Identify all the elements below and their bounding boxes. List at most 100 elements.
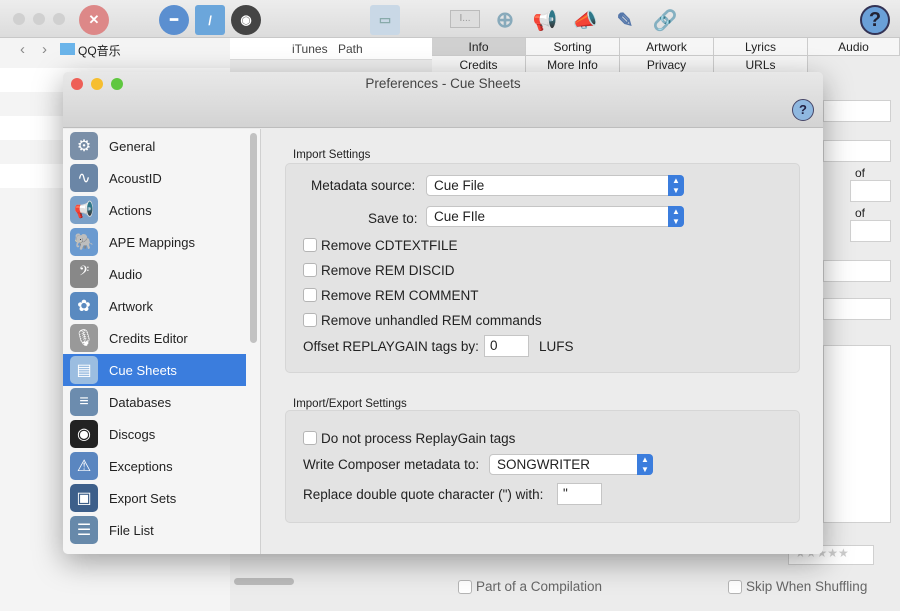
save-icon[interactable]: ▭ (370, 5, 400, 35)
sidebar-item-artwork[interactable]: ✿ Artwork (63, 290, 246, 322)
tab-artwork[interactable]: Artwork (620, 38, 714, 56)
preferences-sidebar: ⚙ General ∿ AcoustID 📢 Actions 🐘 APE Mappings 𝄢 A… (63, 129, 261, 554)
folder-name[interactable]: QQ音乐 (78, 42, 121, 59)
sidebar-item-export-sets[interactable]: ▣ Export Sets (63, 482, 246, 514)
chevron-updown-icon: ▲ ▼ (637, 454, 653, 475)
megaphone-icon: 📢 (70, 196, 98, 224)
tag-field[interactable] (823, 260, 891, 282)
sidebar-item-acoustid[interactable]: ∿ AcoustID (63, 162, 246, 194)
shuffle-label: Skip When Shuffling (746, 579, 868, 594)
save-to-value: Cue FIle (434, 209, 486, 224)
save-to-label: Save to: (368, 211, 418, 226)
of-label: of (855, 166, 866, 180)
zoom-icon[interactable]: ⊕ (490, 5, 520, 35)
announce-icon[interactable]: 📢 (530, 5, 560, 35)
composer-label: Write Composer metadata to: (303, 457, 480, 472)
remove-checkbox[interactable] (303, 313, 317, 327)
sidebar-item-label: AcoustID (109, 170, 162, 186)
folder-icon[interactable]: / (195, 5, 225, 35)
tab-audio[interactable]: Audio (808, 38, 900, 56)
replaygain-checkbox[interactable] (303, 431, 317, 445)
column-itunes[interactable]: iTunes (292, 42, 328, 56)
sidebar-item-ape-mappings[interactable]: 🐘 APE Mappings (63, 226, 246, 258)
list-icon: ☰ (70, 516, 98, 544)
pencil-icon[interactable]: ✎ (610, 5, 640, 35)
remove-checkbox[interactable] (303, 238, 317, 252)
help-icon[interactable]: ? (792, 99, 814, 121)
disc-icon[interactable]: ◉ (231, 5, 261, 35)
preferences-dialog: Preferences - Cue Sheets ? ⚙ General ∿ Acou… (63, 72, 823, 554)
link-icon[interactable]: 🔗 (650, 5, 680, 35)
offset-label: Offset REPLAYGAIN tags by: (303, 339, 479, 354)
offset-unit: LUFS (539, 339, 574, 354)
compilation-checkbox[interactable] (458, 580, 472, 594)
sidebar-item-exceptions[interactable]: ⚠ Exceptions (63, 450, 246, 482)
disc-total-field[interactable] (850, 220, 891, 242)
sidebar-item-label: Export Sets (109, 490, 177, 506)
microphone-icon: 🎙 (70, 324, 98, 352)
sidebar-item-label: Artwork (109, 298, 154, 314)
dialog-titlebar: Preferences - Cue Sheets ? (63, 72, 823, 128)
composer-value: SONGWRITER (497, 457, 590, 472)
replaygain-label: Do not process ReplayGain tags (321, 431, 516, 446)
folder-icon (60, 43, 75, 55)
composer-select[interactable]: SONGWRITER ▲ ▼ (489, 454, 653, 475)
remove-checkbox[interactable] (303, 263, 317, 277)
tab-sorting[interactable]: Sorting (526, 38, 620, 56)
sidebar-item-label: Discogs (109, 426, 156, 442)
sidebar-item-audio[interactable]: 𝄢 Audio (63, 258, 246, 290)
export-settings-title: Import/Export Settings (293, 398, 407, 410)
quote-label: Replace double quote character (") with: (303, 487, 544, 502)
shuffle-checkbox[interactable] (728, 580, 742, 594)
metadata-source-select[interactable]: Cue File ▲ ▼ (426, 175, 684, 196)
dialog-title: Preferences - Cue Sheets (365, 76, 521, 91)
genre-select[interactable] (823, 298, 891, 320)
settings-panel: Import Settings Metadata source: Cue Fil… (262, 129, 823, 554)
sidebar-item-general[interactable]: ⚙ General (63, 130, 246, 162)
import-settings-title: Import Settings (293, 149, 371, 161)
tag-field[interactable] (823, 140, 891, 162)
artwork-icon: ✿ (70, 292, 98, 320)
column-path[interactable]: Path (338, 42, 363, 56)
remove-checkbox[interactable] (303, 288, 317, 302)
gear-icon: ⚙ (70, 132, 98, 160)
close-x-icon[interactable]: ✕ (79, 5, 109, 35)
quote-input[interactable]: " (557, 483, 602, 505)
bass-clef-icon: 𝄢 (70, 260, 98, 288)
announce-edit-icon[interactable]: 📣 (570, 5, 600, 35)
tab-lyrics[interactable]: Lyrics (714, 38, 808, 56)
database-icon: ≡ (70, 388, 98, 416)
offset-input[interactable]: 0 (484, 335, 529, 357)
cue-file-icon: ▤ (70, 356, 98, 384)
window-zoom-button[interactable] (53, 13, 65, 25)
metadata-source-value: Cue File (434, 178, 485, 193)
save-to-select[interactable]: Cue FIle ▲ ▼ (426, 206, 684, 227)
sidebar-scrollbar[interactable] (250, 133, 257, 343)
remove-icon[interactable]: ━ (159, 5, 189, 35)
tag-field[interactable] (823, 100, 891, 122)
text-field-icon[interactable]: I... (450, 10, 480, 28)
sidebar-item-actions[interactable]: 📢 Actions (63, 194, 246, 226)
compilation-label: Part of a Compilation (476, 579, 603, 594)
sidebar-item-databases[interactable]: ≡ Databases (63, 386, 246, 418)
sidebar-item-discogs[interactable]: ◉ Discogs (63, 418, 246, 450)
window-close-button[interactable] (13, 13, 25, 25)
back-icon[interactable]: ‹ (20, 41, 25, 58)
sidebar-item-label: Cue Sheets (109, 362, 177, 378)
remove-checkbox-label: Remove REM DISCID (321, 263, 455, 278)
sidebar-item-credits-editor[interactable]: 🎙 Credits Editor (63, 322, 246, 354)
metadata-source-label: Metadata source: (311, 178, 416, 193)
sidebar-item-file-list[interactable]: ☰ File List (63, 514, 246, 546)
sidebar-item-cue-sheets[interactable]: ▤ Cue Sheets (63, 354, 246, 386)
horizontal-scrollbar[interactable] (234, 578, 294, 585)
track-total-field[interactable] (850, 180, 891, 202)
comment-field[interactable] (823, 345, 891, 523)
elephant-icon: 🐘 (70, 228, 98, 256)
main-toolbar: ✕ ━ / ◉ ▭ I... ⊕ 📢 📣 ✎ 🔗 ? (0, 0, 900, 38)
help-icon[interactable]: ? (860, 5, 890, 35)
tab-info[interactable]: Info (432, 38, 526, 56)
chevron-updown-icon: ▲ ▼ (668, 175, 684, 196)
forward-icon[interactable]: › (42, 41, 47, 58)
sidebar-item-label: Audio (109, 266, 143, 282)
window-minimize-button[interactable] (33, 13, 45, 25)
